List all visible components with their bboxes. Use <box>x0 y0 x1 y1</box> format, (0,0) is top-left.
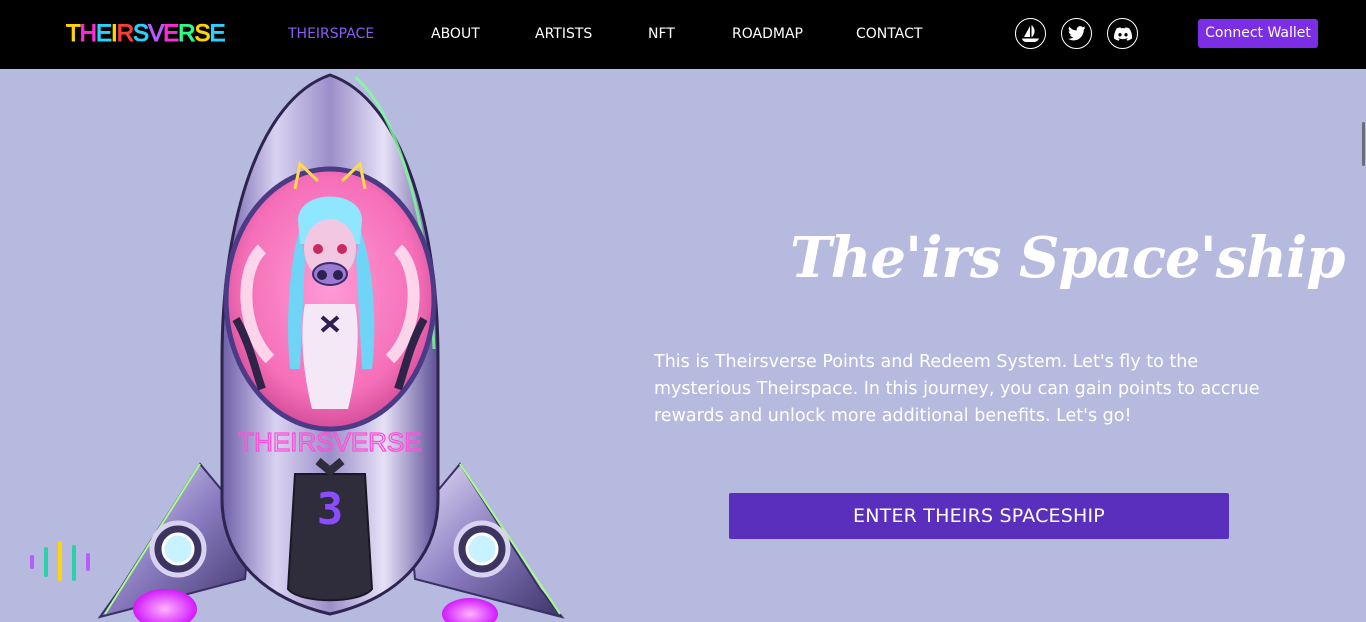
logo-letter: H <box>79 20 97 48</box>
logo-letter: E <box>209 20 226 48</box>
nav-link-nft[interactable]: NFT <box>648 24 675 44</box>
twitter-icon[interactable] <box>1061 18 1092 49</box>
logo-letter: V <box>148 20 165 48</box>
logo-letter: E <box>163 20 180 48</box>
opensea-icon[interactable] <box>1015 18 1046 49</box>
nav-link-artists[interactable]: ARTISTS <box>535 24 592 44</box>
scrollbar-thumb[interactable] <box>1362 122 1365 166</box>
rocket-number: 3 <box>317 484 344 535</box>
hero-title: The'irs Space'ship <box>790 225 1345 291</box>
nav-link-contact[interactable]: CONTACT <box>856 24 922 44</box>
logo-letter: S <box>133 20 150 48</box>
audio-toggle-icon[interactable] <box>30 541 92 583</box>
hero-description: This is Theirsverse Points and Redeem Sy… <box>654 352 1260 426</box>
rocket-badge-text: THEIRSVERSE <box>238 427 422 457</box>
discord-icon[interactable] <box>1107 18 1138 49</box>
nav-link-roadmap[interactable]: ROADMAP <box>732 24 803 44</box>
spaceship-illustration: THEIRSVERSE 3 <box>0 69 640 622</box>
theirsverse-logo[interactable]: THEIRSVERSE <box>66 20 226 48</box>
logo-letter: T <box>66 20 82 48</box>
enter-spaceship-button[interactable]: ENTER THEIRS SPACESHIP <box>729 493 1229 539</box>
logo-letter: E <box>96 20 113 48</box>
nav-link-about[interactable]: ABOUT <box>431 24 480 44</box>
top-navbar: THEIRSVERSE THEIRSPACE ABOUT ARTISTS NFT… <box>0 0 1366 69</box>
nav-link-theirspace[interactable]: THEIRSPACE <box>288 24 374 44</box>
logo-letter: S <box>194 20 211 48</box>
connect-wallet-button[interactable]: Connect Wallet <box>1198 19 1318 48</box>
logo-letter: R <box>178 20 196 48</box>
logo-letter: R <box>116 20 134 48</box>
